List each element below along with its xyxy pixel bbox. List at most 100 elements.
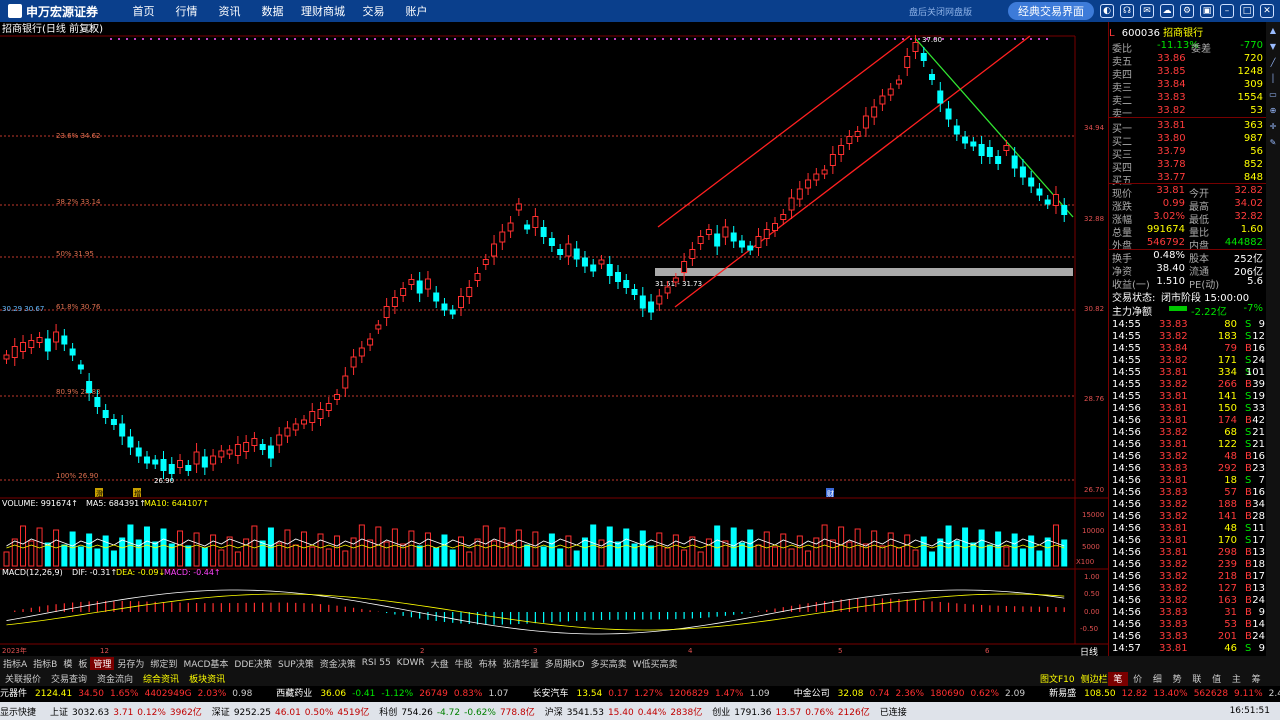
nav-market[interactable]: 行情 — [165, 3, 208, 19]
quote-tab[interactable]: 主 — [1226, 672, 1247, 686]
quote-tab[interactable]: 笔 — [1108, 672, 1128, 686]
bid-row[interactable]: 买一 33.81 363 — [1109, 120, 1267, 135]
tool-zoom-icon[interactable]: ⊕ — [1268, 106, 1278, 116]
bottom-tab[interactable]: 板块资讯 — [184, 672, 230, 685]
period-label[interactable]: 日线 — [1080, 646, 1098, 658]
status-item[interactable]: 上证 3032.63 3.71 0.12% 3962亿 — [50, 705, 202, 718]
candle-body — [259, 444, 266, 450]
ask-row[interactable]: 卖四 33.85 1248 — [1109, 66, 1267, 81]
ticker-item[interactable]: 西藏药业 36.06 -0.41 -1.12% 26749 0.83% 1.07 — [276, 686, 514, 699]
top-marker-dot — [862, 38, 864, 40]
status-item[interactable]: 16:51:51 — [1230, 706, 1270, 716]
close-icon[interactable]: ✕ — [1260, 4, 1274, 18]
tool-up-icon[interactable]: ▲ — [1268, 26, 1278, 36]
volume-bar — [185, 545, 192, 567]
status-item[interactable]: 科创 754.26 -4.72 -0.62% 778.8亿 — [379, 705, 534, 718]
gear-icon[interactable]: ⚙ — [1180, 4, 1194, 18]
minimize-icon[interactable]: – — [1220, 4, 1234, 18]
nav-trade[interactable]: 交易 — [352, 3, 395, 19]
tick-row: 14:56 33.81 174 B 42 — [1112, 415, 1265, 426]
quote-tab[interactable]: 势 — [1167, 672, 1187, 686]
nav-home[interactable]: 首页 — [122, 3, 165, 19]
indicator-tab[interactable]: 张清华量 — [500, 657, 542, 670]
indicator-tab[interactable]: 指标B — [30, 657, 60, 670]
tool-down-icon[interactable]: ▼ — [1268, 42, 1278, 52]
bid-row[interactable]: 买四 33.78 852 — [1109, 159, 1267, 174]
maximize-icon[interactable]: □ — [1240, 4, 1254, 18]
indicator-tab[interactable]: 管理 — [90, 656, 115, 670]
quote-tab[interactable]: 价 — [1127, 672, 1148, 686]
candle-body — [515, 203, 522, 211]
nav-account[interactable]: 账户 — [395, 3, 438, 19]
ticker-item[interactable]: 新易盛108.5012.8213.40%5626289.11%2.48 — [1049, 686, 1280, 699]
chart-area[interactable]: 招商银行(日线 前复权) 23.6% 34.62 38.2% 33.14 50%… — [0, 22, 1108, 658]
nav-news[interactable]: 资讯 — [208, 3, 251, 19]
broker-logo[interactable]: 申万宏源证券 — [0, 0, 120, 22]
indicator-tab[interactable]: 绑定到 — [147, 657, 180, 670]
tool-cross-icon[interactable]: ✛ — [1268, 122, 1278, 132]
ask-row[interactable]: 卖一 33.82 53 — [1109, 105, 1267, 120]
indicator-tab[interactable]: DDE决策 — [231, 657, 275, 670]
tool-draw-icon[interactable]: ╱ — [1268, 58, 1278, 68]
volume-bar — [714, 525, 721, 567]
skin-icon[interactable]: ▣ — [1200, 4, 1214, 18]
indicator-tab[interactable]: 牛股 — [452, 657, 476, 670]
volume-bar — [61, 544, 68, 567]
top-marker-dot — [438, 38, 440, 40]
indicator-tab[interactable]: 另存为 — [114, 657, 147, 670]
indicator-tab[interactable]: 多周期KD — [542, 657, 588, 670]
top-marker-dot — [710, 38, 712, 40]
volume-bar — [796, 535, 803, 567]
volume-ma5: MA5: 684391↑ — [86, 499, 146, 508]
indicator-tab[interactable]: RSI 55 — [359, 658, 394, 668]
trade-state-row: 交易状态: 闭市阶段 15:00:00 — [1109, 289, 1267, 304]
indicator-tab[interactable]: 大盘 — [428, 657, 452, 670]
bottom-tab[interactable]: 综合资讯 — [138, 672, 184, 685]
classic-mode-button[interactable]: 经典交易界面 — [1008, 2, 1094, 20]
ask-row[interactable]: 卖三 33.84 309 — [1109, 79, 1267, 94]
ask-row[interactable]: 卖二 33.83 1554 — [1109, 92, 1267, 107]
quote-tab[interactable]: 筹 — [1246, 672, 1266, 686]
status-item[interactable]: 创业 1791.36 13.57 0.76% 2126亿 — [712, 705, 870, 718]
indicator-tab[interactable]: SUP决策 — [275, 657, 317, 670]
indicator-tab[interactable]: 布林 — [476, 657, 500, 670]
tool-line-icon[interactable]: │ — [1268, 74, 1278, 84]
nav-wealth[interactable]: 理财商城 — [294, 3, 352, 19]
bottom-tab[interactable]: 资金流向 — [92, 672, 138, 685]
bid-row[interactable]: 买二 33.80 987 — [1109, 133, 1267, 148]
bottom-tab[interactable]: 交易查询 — [46, 672, 92, 685]
ticker-item[interactable]: 中金公司 32.08 0.74 2.36% 180690 0.62% 2.09 — [794, 686, 1031, 699]
status-item[interactable]: 已连接 — [880, 705, 911, 718]
indicator-tab[interactable]: 模 — [60, 657, 75, 670]
candle-body — [565, 243, 572, 257]
top-marker-dot — [486, 38, 488, 40]
side-link[interactable]: 图文F10 — [1040, 672, 1075, 685]
service-icon[interactable]: ☊ — [1120, 4, 1134, 18]
indicator-tab[interactable]: 板 — [75, 657, 90, 670]
tool-rect-icon[interactable]: ▭ — [1268, 90, 1278, 100]
mail-icon[interactable]: ✉ — [1140, 4, 1154, 18]
cloud-icon[interactable]: ☁ — [1160, 4, 1174, 18]
indicator-tab[interactable]: MACD基本 — [180, 657, 231, 670]
ask-row[interactable]: 卖五 33.86 720 — [1109, 53, 1267, 68]
nav-data[interactable]: 数据 — [251, 3, 294, 19]
ticker-item[interactable]: 长安汽车 13.54 0.17 1.27% 1206829 1.47% 1.09 — [533, 686, 776, 699]
kline-chart[interactable]: 招商银行(日线 前复权) 23.6% 34.62 38.2% 33.14 50%… — [0, 22, 1108, 658]
status-item[interactable]: 深证 9252.25 46.01 0.50% 4519亿 — [212, 705, 370, 718]
status-item[interactable]: 沪深 3541.53 15.40 0.44% 2838亿 — [545, 705, 703, 718]
pref-icon[interactable]: ◐ — [1100, 4, 1114, 18]
ticker-item[interactable]: 元器件 2124.41 34.50 1.65% 4402949G 2.03% 0.98 — [0, 686, 258, 699]
bottom-tab[interactable]: 关联报价 — [0, 672, 46, 685]
indicator-tab[interactable]: 多买高卖 — [588, 657, 630, 670]
quote-tab[interactable]: 值 — [1206, 672, 1227, 686]
indicator-tab[interactable]: KDWR — [394, 658, 428, 668]
side-link[interactable]: 侧边栏 — [1081, 672, 1108, 685]
quote-tab[interactable]: 联 — [1187, 672, 1207, 686]
status-item[interactable]: 显示快捷 — [0, 705, 40, 718]
indicator-tab[interactable]: 指标A — [0, 657, 30, 670]
indicator-tab[interactable]: 资金决策 — [317, 657, 359, 670]
quote-tab[interactable]: 细 — [1147, 672, 1168, 686]
tool-pen-icon[interactable]: ✎ — [1268, 138, 1278, 148]
indicator-tab[interactable]: W低买高卖 — [630, 657, 681, 670]
bid-row[interactable]: 买三 33.79 56 — [1109, 146, 1267, 161]
